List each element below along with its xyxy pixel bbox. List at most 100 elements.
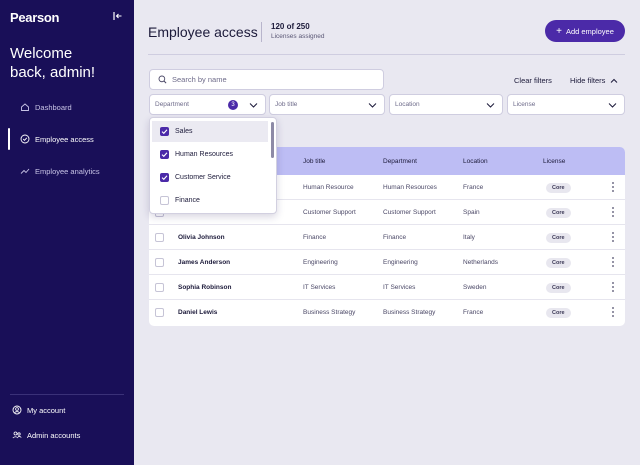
department-filter-label: Department xyxy=(155,101,189,108)
users-icon xyxy=(12,431,22,439)
employee-department: Finance xyxy=(383,234,407,241)
my-account-link[interactable]: My account xyxy=(12,405,65,415)
nav-dashboard[interactable]: Dashboard xyxy=(0,96,134,118)
employee-location: Netherlands xyxy=(463,259,499,266)
collapse-sidebar-icon[interactable] xyxy=(113,11,123,21)
employee-department: Business Strategy xyxy=(383,309,436,316)
dropdown-option-label: Sales xyxy=(175,128,193,135)
dropdown-scrollbar[interactable] xyxy=(271,122,274,158)
license-filter[interactable]: License xyxy=(507,94,625,115)
header-divider xyxy=(148,54,625,55)
chevron-down-icon xyxy=(368,103,377,108)
nav-employee-analytics[interactable]: Employee analytics xyxy=(0,160,134,182)
table-row[interactable]: Daniel Lewis Business Strategy Business … xyxy=(149,300,625,325)
employee-location: Italy xyxy=(463,234,475,241)
location-filter[interactable]: Location xyxy=(389,94,503,115)
search-icon xyxy=(158,75,167,84)
more-options-icon[interactable] xyxy=(611,306,615,318)
more-options-icon[interactable] xyxy=(611,281,615,293)
job-title-filter[interactable]: Job title xyxy=(269,94,385,115)
user-icon xyxy=(12,405,22,415)
dropdown-option-label: Human Resources xyxy=(175,151,233,158)
checkbox-checked[interactable] xyxy=(160,127,169,136)
employee-job-title: Finance xyxy=(303,234,327,241)
employee-location: France xyxy=(463,309,484,316)
add-employee-label: Add employee xyxy=(565,26,614,36)
check-icon xyxy=(161,129,168,135)
welcome-message: Welcome back, admin! xyxy=(10,45,96,81)
license-badge: Core xyxy=(546,283,571,293)
employee-location: Sweden xyxy=(463,284,487,291)
employee-department: Human Resources xyxy=(383,184,437,191)
admin-accounts-link[interactable]: Admin accounts xyxy=(12,430,80,440)
employee-department: Customer Support xyxy=(383,209,436,216)
license-badge: Core xyxy=(546,258,571,268)
check-icon xyxy=(161,152,168,158)
table-row[interactable]: Sophia Robinson IT Services IT Services … xyxy=(149,275,625,300)
dropdown-option-sales[interactable]: Sales xyxy=(152,121,268,142)
column-header-job-title[interactable]: Job title xyxy=(303,158,325,165)
nav-employee-access[interactable]: Employee access xyxy=(0,128,134,150)
hide-filters-label: Hide filters xyxy=(570,76,606,85)
more-options-icon[interactable] xyxy=(611,206,615,218)
checkbox-unchecked[interactable] xyxy=(160,196,169,205)
employee-department: IT Services xyxy=(383,284,416,291)
license-badge: Core xyxy=(546,208,571,218)
nav-dashboard-label: Dashboard xyxy=(35,102,72,112)
dropdown-option-label: Finance xyxy=(175,197,200,204)
more-options-icon[interactable] xyxy=(611,231,615,243)
job-title-filter-label: Job title xyxy=(275,101,298,108)
check-icon xyxy=(161,175,168,181)
dropdown-option-customer-service[interactable]: Customer Service xyxy=(152,167,268,188)
row-checkbox[interactable] xyxy=(155,283,164,292)
employee-job-title: IT Services xyxy=(303,284,336,291)
employee-location: Spain xyxy=(463,209,480,216)
license-count: 120 of 250 xyxy=(271,22,310,31)
employee-name: Sophia Robinson xyxy=(178,284,232,291)
page-title: Employee access xyxy=(148,24,258,40)
hide-filters-button[interactable]: Hide filters xyxy=(570,76,618,85)
dropdown-option-finance[interactable]: Finance xyxy=(152,190,268,211)
row-checkbox[interactable] xyxy=(155,308,164,317)
more-options-icon[interactable] xyxy=(611,181,615,193)
employee-name: James Anderson xyxy=(178,259,231,266)
column-header-department[interactable]: Department xyxy=(383,158,417,165)
more-options-icon[interactable] xyxy=(611,256,615,268)
license-filter-label: License xyxy=(513,101,536,108)
dropdown-option-human-resources[interactable]: Human Resources xyxy=(152,144,268,165)
search-box[interactable] xyxy=(149,69,384,90)
row-checkbox[interactable] xyxy=(155,258,164,267)
chevron-down-icon xyxy=(608,103,617,108)
column-header-location[interactable]: Location xyxy=(463,158,488,165)
employee-job-title: Customer Support xyxy=(303,209,356,216)
pearson-logo[interactable]: Pearson xyxy=(10,10,60,25)
admin-accounts-label: Admin accounts xyxy=(27,430,81,440)
department-filter[interactable]: Department 3 xyxy=(149,94,266,115)
employee-job-title: Business Strategy xyxy=(303,309,356,316)
chevron-down-icon xyxy=(486,103,495,108)
checkbox-checked[interactable] xyxy=(160,150,169,159)
dropdown-option-label: Customer Service xyxy=(175,174,231,181)
search-input[interactable] xyxy=(172,75,372,84)
table-row[interactable]: Olivia Johnson Finance Finance Italy Cor… xyxy=(149,225,625,250)
row-checkbox[interactable] xyxy=(155,233,164,242)
license-badge: Core xyxy=(546,233,571,243)
sidebar: Pearson Welcome back, admin! Dashboard E… xyxy=(0,0,134,465)
add-employee-button[interactable]: + Add employee xyxy=(545,20,625,42)
license-badge: Core xyxy=(546,183,571,193)
employee-department: Engineering xyxy=(383,259,418,266)
nav-employee-access-label: Employee access xyxy=(35,134,94,144)
checkbox-checked[interactable] xyxy=(160,173,169,182)
plus-icon: + xyxy=(556,25,562,37)
employee-location: France xyxy=(463,184,484,191)
column-header-license[interactable]: License xyxy=(543,158,565,165)
table-row[interactable]: James Anderson Engineering Engineering N… xyxy=(149,250,625,275)
title-separator xyxy=(261,22,262,42)
employee-job-title: Engineering xyxy=(303,259,338,266)
clear-filters-button[interactable]: Clear filters xyxy=(514,76,552,85)
chevron-down-icon xyxy=(249,103,258,108)
employee-name: Daniel Lewis xyxy=(178,309,218,316)
employee-job-title: Human Resource xyxy=(303,184,354,191)
license-badge: Core xyxy=(546,308,571,318)
my-account-label: My account xyxy=(27,405,66,415)
